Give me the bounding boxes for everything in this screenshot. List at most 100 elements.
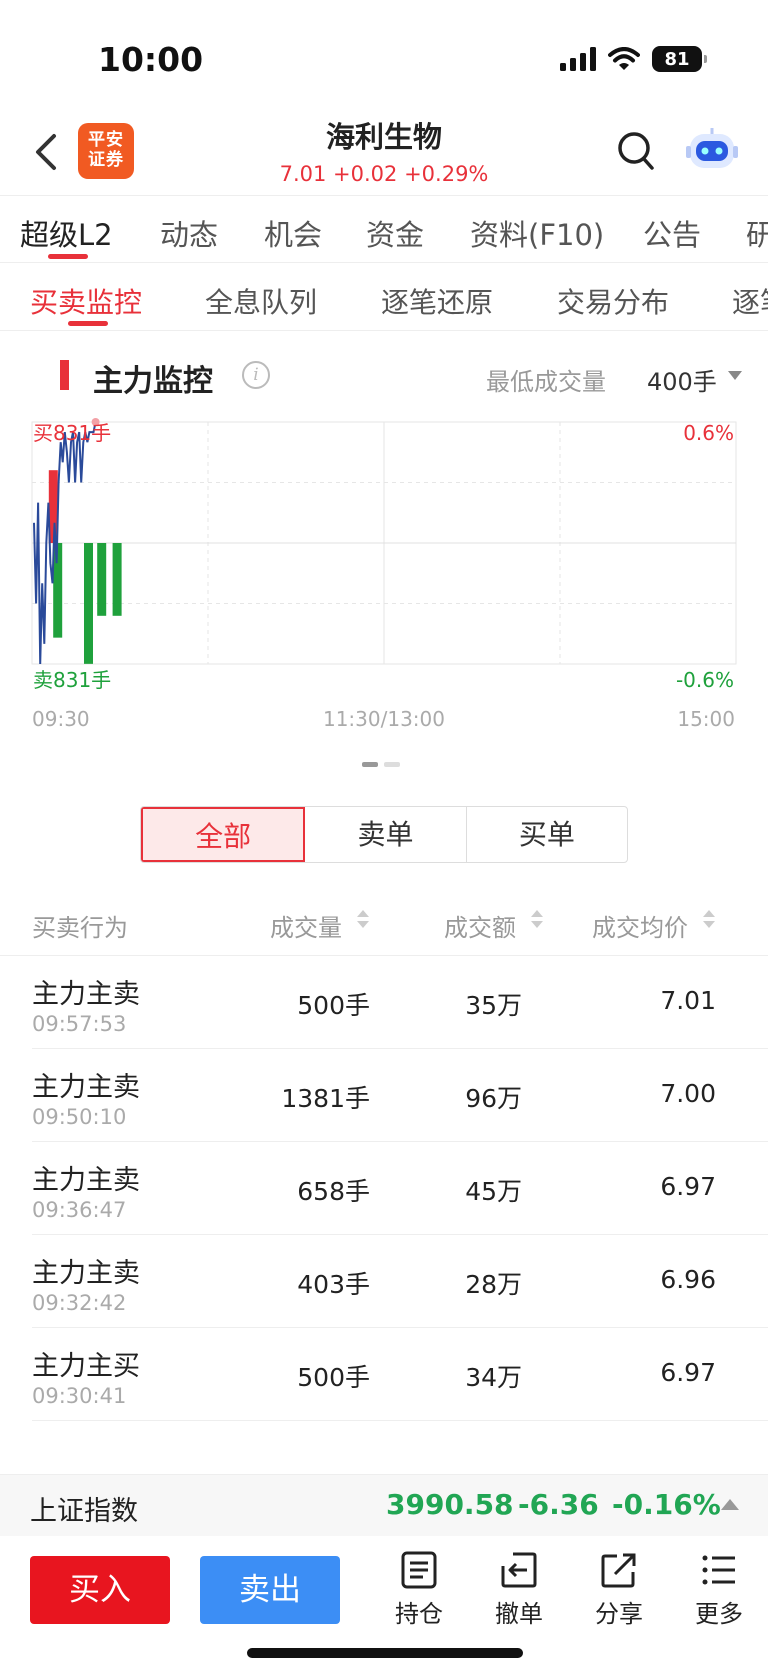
subtab-full-queue[interactable]: 全息队列 <box>205 281 317 321</box>
row-amount: 96万 <box>465 1084 522 1113</box>
order-filter: 全部 卖单 买单 <box>140 806 628 863</box>
share-button[interactable]: 分享 <box>584 1550 654 1629</box>
trade-list: 主力主卖 09:57:53 500手 35万 7.01 主力主卖 09:50:1… <box>0 956 768 1421</box>
subtab-trade-distribution[interactable]: 交易分布 <box>557 281 669 321</box>
filter-buy[interactable]: 买单 <box>467 807 627 862</box>
caret-up-icon[interactable] <box>721 1499 739 1510</box>
battery-icon: 81 <box>652 46 707 72</box>
home-indicator <box>247 1648 523 1658</box>
bottom-action-bar: 买入 卖出 持仓 撤单 分享 更多 <box>0 1536 768 1670</box>
holdings-icon <box>401 1551 437 1589</box>
sort-amount-icon[interactable] <box>531 908 543 932</box>
share-label: 分享 <box>595 1600 643 1628</box>
more-label: 更多 <box>695 1600 743 1628</box>
holdings-label: 持仓 <box>395 1600 443 1628</box>
cellular-signal-icon <box>560 47 596 71</box>
min-volume-label: 最低成交量 <box>486 368 606 396</box>
broker-logo: 平安 证券 <box>78 123 134 179</box>
chart-x-tick-end: 15:00 <box>677 707 735 731</box>
row-avg-price: 6.97 <box>660 1172 716 1201</box>
page-dot-1 <box>362 762 378 767</box>
section-title: 主力监控 <box>93 364 213 399</box>
tab-dynamics[interactable]: 动态 <box>160 212 218 254</box>
tab-profile-f10[interactable]: 资料(F10) <box>470 212 604 254</box>
col-amount[interactable]: 成交额 <box>444 908 516 943</box>
row-action: 主力主买 <box>32 1351 140 1382</box>
more-menu-icon <box>702 1555 735 1585</box>
filter-all[interactable]: 全部 <box>141 807 306 862</box>
chart-page-indicator <box>362 762 400 767</box>
logo-line1: 平安 <box>88 130 124 150</box>
row-volume: 1381手 <box>281 1084 370 1113</box>
row-volume: 500手 <box>297 1363 370 1392</box>
back-arrow-icon[interactable] <box>28 130 68 174</box>
cancel-order-label: 撤单 <box>495 1600 543 1628</box>
row-avg-price: 6.97 <box>660 1358 716 1387</box>
wifi-icon <box>608 47 640 70</box>
filter-sell[interactable]: 卖单 <box>305 807 467 862</box>
index-change: -6.36 <box>518 1488 599 1521</box>
col-volume[interactable]: 成交量 <box>270 908 342 943</box>
subtab-tick-replay[interactable]: 逐笔还原 <box>381 281 493 321</box>
buy-button[interactable]: 买入 <box>30 1556 170 1624</box>
index-ticker[interactable]: 上证指数 3990.58 -6.36 -0.16% <box>0 1474 768 1536</box>
index-name: 上证指数 <box>30 1496 138 1527</box>
table-row[interactable]: 主力主买 09:30:41 500手 34万 6.97 <box>32 1328 768 1421</box>
tab-research[interactable]: 研 <box>746 212 768 254</box>
chart-sell-label: 卖831手 <box>33 668 111 692</box>
col-avg-price[interactable]: 成交均价 <box>592 908 688 943</box>
subtab-trade-monitor[interactable]: 买卖监控 <box>30 281 142 321</box>
row-amount: 28万 <box>465 1270 522 1299</box>
tab-opportunity[interactable]: 机会 <box>264 212 322 254</box>
row-time: 09:50:10 <box>32 1105 127 1129</box>
more-button[interactable]: 更多 <box>684 1550 754 1629</box>
table-row[interactable]: 主力主卖 09:57:53 500手 35万 7.01 <box>32 956 768 1049</box>
row-volume: 500手 <box>297 991 370 1020</box>
min-volume-value[interactable]: 400手 <box>647 362 717 397</box>
row-avg-price: 7.01 <box>660 986 716 1015</box>
status-icons: 81 <box>560 46 707 72</box>
row-avg-price: 6.96 <box>660 1265 716 1294</box>
tab-super-l2[interactable]: 超级L2 <box>20 212 113 254</box>
logo-line2: 证券 <box>88 150 124 170</box>
chevron-down-icon[interactable] <box>728 371 742 380</box>
row-amount: 35万 <box>465 991 522 1020</box>
tab-funds[interactable]: 资金 <box>366 212 424 254</box>
sub-tabs: 买卖监控 全息队列 逐笔还原 交易分布 逐笔 <box>0 263 768 331</box>
index-value: 3990.58 <box>386 1488 514 1521</box>
index-percent: -0.16% <box>612 1488 721 1521</box>
main-force-chart: 买831手 卖831手 0.6% -0.6% 09:30 11:30/13:00… <box>31 418 737 731</box>
chart-bar-sell <box>97 543 107 616</box>
sort-avg-price-icon[interactable] <box>703 908 715 932</box>
search-icon[interactable] <box>616 130 656 172</box>
row-action: 主力主卖 <box>32 1072 140 1103</box>
row-action: 主力主卖 <box>32 1258 140 1289</box>
holdings-button[interactable]: 持仓 <box>384 1550 454 1629</box>
row-time: 09:30:41 <box>32 1384 127 1408</box>
info-icon[interactable]: i <box>242 361 270 389</box>
cancel-order-button[interactable]: 撤单 <box>484 1550 554 1629</box>
share-icon <box>601 1553 636 1588</box>
table-header: 买卖行为 成交量 成交额 成交均价 <box>0 896 768 956</box>
tab-announcements[interactable]: 公告 <box>643 212 701 254</box>
row-volume: 403手 <box>297 1270 370 1299</box>
row-amount: 45万 <box>465 1177 522 1206</box>
table-row[interactable]: 主力主卖 09:32:42 403手 28万 6.96 <box>32 1235 768 1328</box>
sell-button[interactable]: 卖出 <box>200 1556 340 1624</box>
ai-assistant-robot-icon[interactable] <box>686 128 738 174</box>
table-row[interactable]: 主力主卖 09:50:10 1381手 96万 7.00 <box>32 1049 768 1142</box>
chart-x-tick-start: 09:30 <box>32 707 90 731</box>
chart-x-tick-mid: 11:30/13:00 <box>323 707 445 731</box>
row-action: 主力主卖 <box>32 979 140 1010</box>
row-volume: 658手 <box>297 1177 370 1206</box>
status-time: 10:00 <box>98 40 204 79</box>
row-time: 09:32:42 <box>32 1291 127 1315</box>
section-marker <box>60 360 69 390</box>
table-row[interactable]: 主力主卖 09:36:47 658手 45万 6.97 <box>32 1142 768 1235</box>
row-action: 主力主卖 <box>32 1165 140 1196</box>
sort-volume-icon[interactable] <box>357 908 369 932</box>
row-time: 09:57:53 <box>32 1012 127 1036</box>
chart-y-top-label: 0.6% <box>683 421 734 445</box>
subtab-tick-more[interactable]: 逐笔 <box>732 281 768 321</box>
chart-bar-sell <box>84 543 93 664</box>
